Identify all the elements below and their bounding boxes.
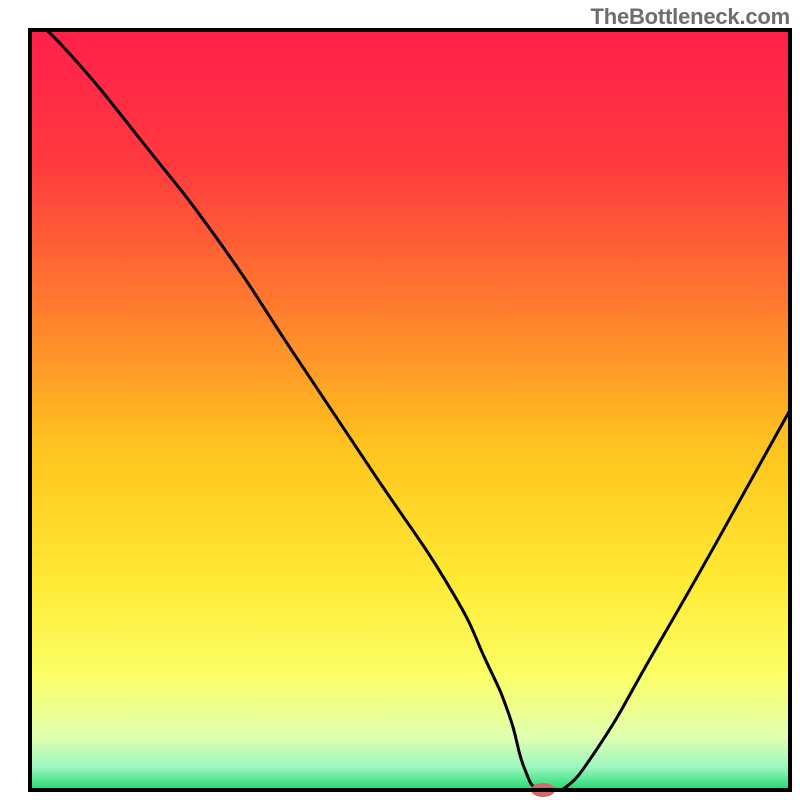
chart-svg (0, 0, 800, 800)
bottleneck-chart: TheBottleneck.com (0, 0, 800, 800)
watermark-text: TheBottleneck.com (590, 4, 790, 30)
